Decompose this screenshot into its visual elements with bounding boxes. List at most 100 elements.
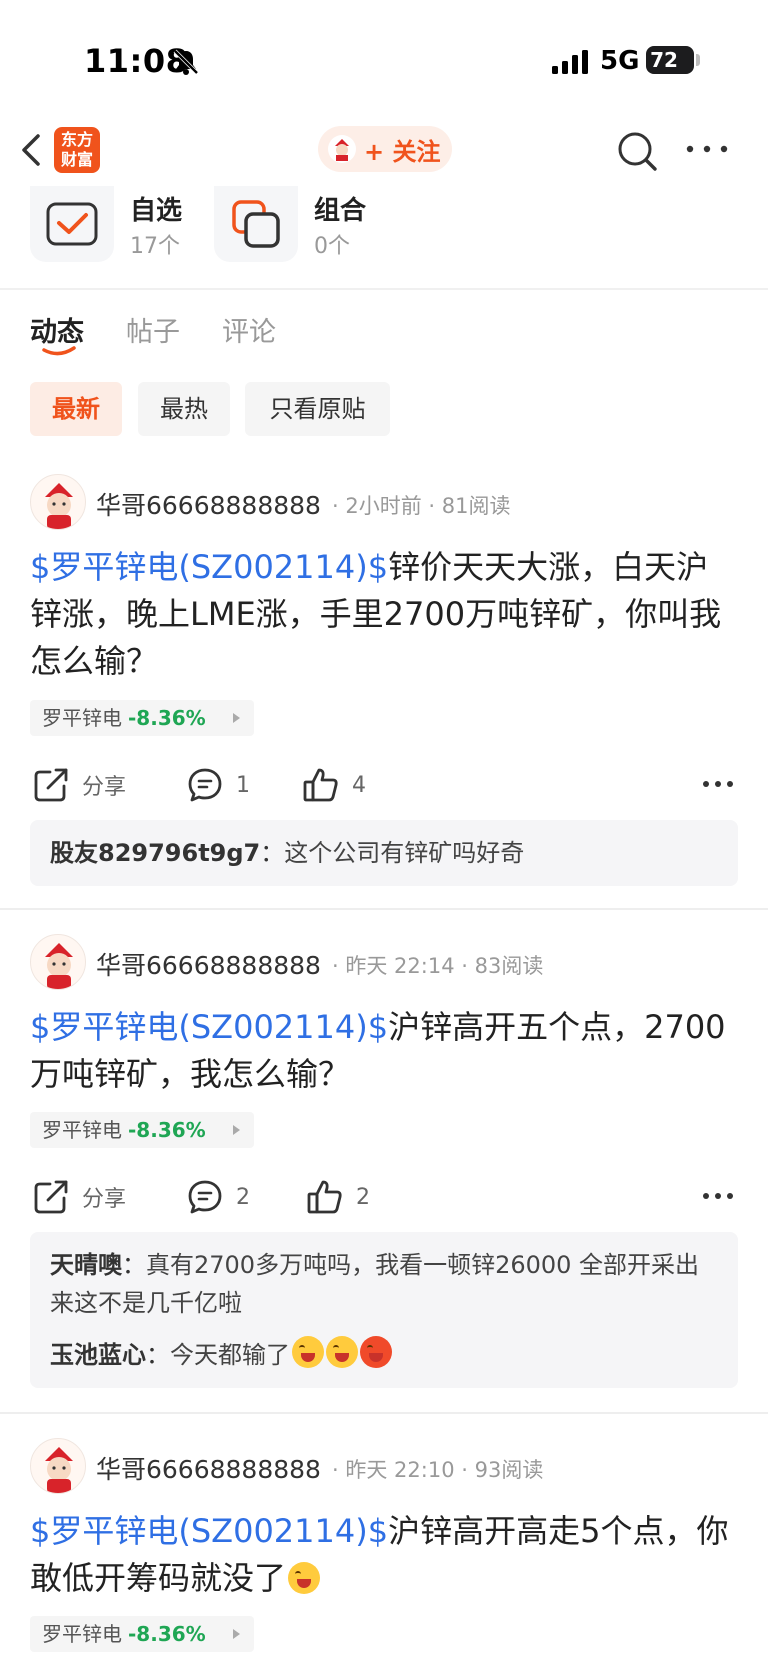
follow-label: + 关注 — [364, 137, 441, 166]
angry-emoji-icon — [360, 1336, 392, 1368]
reply-text: 这个公司有锌矿吗好奇 — [284, 839, 525, 867]
share-label: 分享 — [82, 1187, 127, 1212]
post-actions: 分享 2 2 — [0, 1172, 768, 1222]
stock-tag[interactable]: 罗平锌电 -8.36% — [30, 700, 254, 736]
post-text[interactable]: $罗平锌电(SZ002114)$锌价天天大涨，白天沪锌涨，晚上LME涨，手里27… — [30, 544, 730, 685]
watchlist-icon — [46, 202, 98, 246]
share-label: 分享 — [82, 775, 127, 800]
stock-tag-name: 罗平锌电 — [42, 706, 122, 730]
laughing-emoji-icon — [288, 1562, 321, 1594]
watchlist-title: 自选 — [130, 196, 183, 226]
battery-tip — [696, 54, 700, 66]
comment-count: 2 — [236, 1184, 250, 1210]
share-button[interactable]: 分享 — [32, 1172, 126, 1222]
comment-icon — [188, 1180, 222, 1214]
battery-level: 72 — [650, 48, 678, 72]
tab-dynamic[interactable]: 动态 — [30, 310, 84, 349]
tab-posts[interactable]: 帖子 — [126, 310, 180, 349]
battery-icon: 72 — [646, 46, 694, 74]
author-avatar[interactable] — [30, 934, 86, 990]
like-count: 2 — [356, 1184, 370, 1210]
tab-comments[interactable]: 评论 — [222, 310, 276, 349]
post-meta: · 2小时前 · 81阅读 — [332, 494, 511, 518]
post-time: 昨天 22:10 — [345, 1458, 455, 1482]
profile-cards: 自选 17个 组合 0个 — [0, 186, 768, 262]
brand-logo[interactable]: 东方财富 — [54, 127, 100, 173]
chevron-right-icon — [233, 1125, 240, 1135]
crying-emoji-icon — [326, 1336, 358, 1368]
more-options-icon[interactable] — [702, 780, 734, 788]
post-meta: · 昨天 22:14 · 83阅读 — [332, 954, 544, 978]
filter-original-only[interactable]: 只看原贴 — [245, 382, 390, 436]
watchlist-card[interactable] — [30, 186, 114, 262]
share-button[interactable]: 分享 — [32, 760, 126, 810]
portfolio-card[interactable] — [214, 186, 298, 262]
follow-button[interactable]: + 关注 — [318, 126, 452, 172]
portfolio-title: 组合 — [314, 196, 367, 226]
post-reads: 81阅读 — [441, 494, 511, 518]
watchlist-count: 17个 — [130, 234, 180, 259]
reply-user[interactable]: 股友829796t9g7 — [50, 839, 260, 867]
portfolio-icon — [232, 200, 280, 248]
like-count: 4 — [352, 772, 366, 798]
post-time: 2小时前 — [345, 494, 422, 518]
reply-item[interactable]: 玉池蓝心：今天都输了 — [50, 1336, 718, 1374]
author-name[interactable]: 华哥66668888888 — [96, 1450, 321, 1486]
author-avatar[interactable] — [30, 1438, 86, 1494]
filter-latest[interactable]: 最新 — [30, 382, 122, 436]
post-reads: 83阅读 — [474, 954, 544, 978]
post-meta: · 昨天 22:10 · 93阅读 — [332, 1458, 544, 1482]
stock-tag-change: -8.36% — [128, 1622, 206, 1646]
filter-hot[interactable]: 最热 — [138, 382, 230, 436]
mascot-avatar-icon — [328, 135, 356, 163]
search-icon[interactable] — [616, 130, 658, 172]
back-arrow-icon[interactable] — [16, 130, 48, 170]
comment-button[interactable]: 2 — [186, 1172, 250, 1222]
chevron-right-icon — [233, 1629, 240, 1639]
reply-text: 今天都输了 — [170, 1341, 290, 1369]
section-divider — [0, 288, 768, 290]
post-actions: 分享 1 4 — [0, 760, 768, 810]
stock-link[interactable]: $罗平锌电(SZ002114)$ — [30, 1512, 388, 1550]
stock-tag-change: -8.36% — [128, 706, 206, 730]
like-button[interactable]: 4 — [302, 760, 366, 810]
network-type: 5G — [600, 46, 640, 76]
thumbs-up-icon — [307, 1180, 342, 1214]
like-button[interactable]: 2 — [306, 1172, 370, 1222]
author-name[interactable]: 华哥66668888888 — [96, 486, 321, 522]
stock-tag-name: 罗平锌电 — [42, 1622, 122, 1646]
signal-icon — [552, 50, 588, 74]
author-name[interactable]: 华哥66668888888 — [96, 946, 321, 982]
reply-item[interactable]: 股友829796t9g7：这个公司有锌矿吗好奇 — [50, 834, 718, 872]
bell-off-icon — [173, 49, 199, 75]
stock-tag[interactable]: 罗平锌电 -8.36% — [30, 1616, 254, 1652]
active-tab-indicator — [42, 346, 76, 356]
comment-icon — [188, 768, 222, 802]
post-text[interactable]: $罗平锌电(SZ002114)$沪锌高开高走5个点，你敢低开筹码就没了 — [30, 1508, 730, 1602]
reply-preview[interactable]: 股友829796t9g7：这个公司有锌矿吗好奇 — [30, 820, 738, 886]
reply-user[interactable]: 玉池蓝心 — [50, 1341, 146, 1369]
reply-text: 真有2700多万吨吗，我看一顿锌26000 全部开采出来这不是几千亿啦 — [50, 1251, 700, 1317]
author-avatar[interactable] — [30, 474, 86, 530]
more-options-icon[interactable] — [702, 1192, 734, 1200]
stock-tag[interactable]: 罗平锌电 -8.36% — [30, 1112, 254, 1148]
reply-item[interactable]: 天晴噢：真有2700多万吨吗，我看一顿锌26000 全部开采出来这不是几千亿啦 — [50, 1246, 718, 1322]
reply-preview[interactable]: 天晴噢：真有2700多万吨吗，我看一顿锌26000 全部开采出来这不是几千亿啦 … — [30, 1232, 738, 1388]
post-text[interactable]: $罗平锌电(SZ002114)$沪锌高开五个点，2700万吨锌矿，我怎么输？ — [30, 1004, 730, 1098]
top-nav: 东方财富 + 关注 — [0, 118, 768, 182]
post-reads: 93阅读 — [474, 1458, 544, 1482]
stock-link[interactable]: $罗平锌电(SZ002114)$ — [30, 1008, 388, 1046]
stock-link[interactable]: $罗平锌电(SZ002114)$ — [30, 548, 388, 586]
comment-button[interactable]: 1 — [186, 760, 250, 810]
thumbs-up-icon — [303, 768, 338, 802]
share-icon — [34, 768, 68, 802]
more-menu-icon[interactable] — [684, 136, 730, 162]
stock-tag-change: -8.36% — [128, 1118, 206, 1142]
reply-user[interactable]: 天晴噢 — [50, 1251, 122, 1279]
post-divider — [0, 908, 768, 910]
stock-tag-name: 罗平锌电 — [42, 1118, 122, 1142]
post-divider — [0, 1412, 768, 1414]
status-bar: 11:08 5G 72 — [0, 0, 768, 120]
portfolio-count: 0个 — [314, 234, 350, 259]
post-time: 昨天 22:14 — [345, 954, 455, 978]
